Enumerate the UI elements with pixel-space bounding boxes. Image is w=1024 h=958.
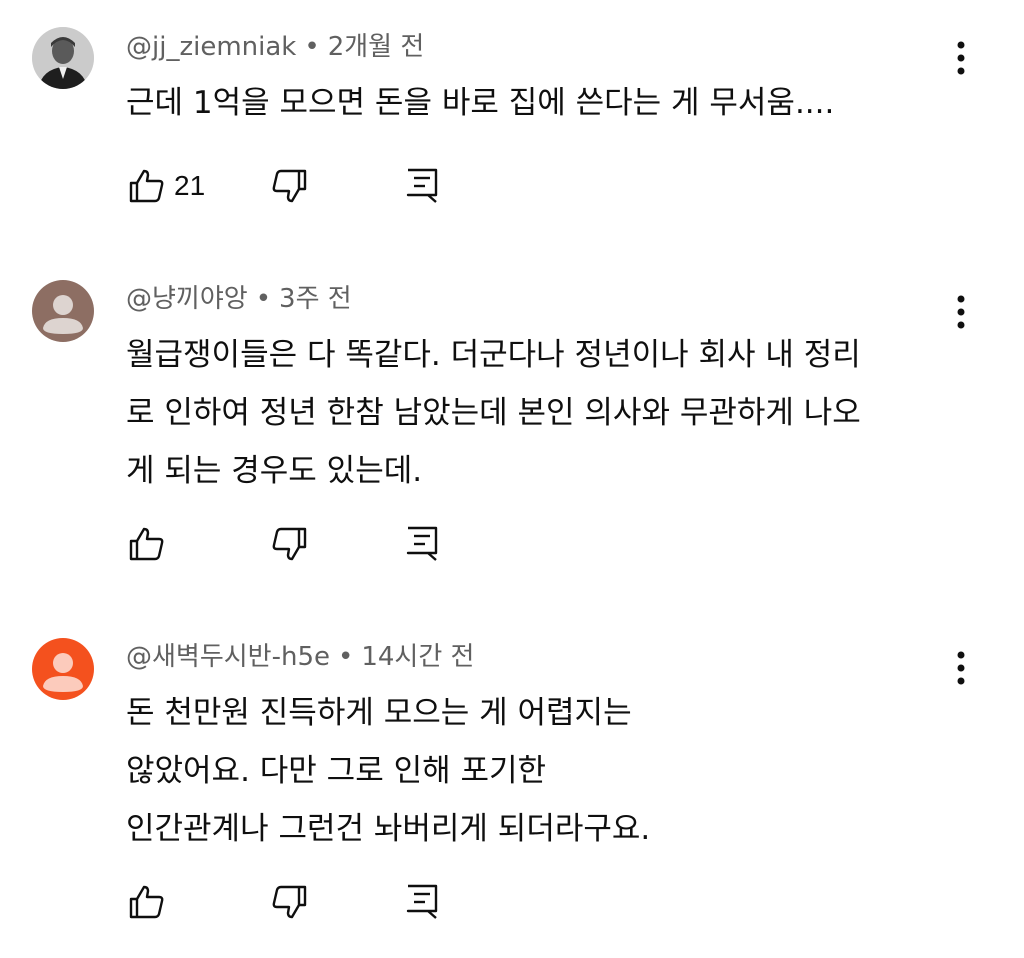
like-button[interactable]: 21 <box>128 164 205 208</box>
comment-time: 2개월 전 <box>327 32 425 62</box>
comment-actions <box>124 522 544 566</box>
thumbs-up-icon <box>129 527 164 561</box>
reply-icon <box>406 884 438 919</box>
reply-icon <box>406 168 438 203</box>
comment-text: 근데 1억을 모으면 돈을 바로 집에 쓴다는 게 무서움.... <box>126 85 835 121</box>
comment-time: 14시간 전 <box>361 642 475 672</box>
comment-time: 3주 전 <box>279 284 352 314</box>
like-button[interactable] <box>128 880 164 924</box>
author-name[interactable]: @새벽두시반-h5e <box>126 642 330 672</box>
separator-dot: • <box>338 642 354 672</box>
more-options-button[interactable] <box>944 292 978 332</box>
more-vertical-icon <box>957 295 965 329</box>
comment-meta: @새벽두시반-h5e • 14시간 전 <box>126 642 474 672</box>
dislike-button[interactable] <box>272 164 308 208</box>
separator-dot: • <box>255 284 272 314</box>
like-count: 21 <box>174 170 206 201</box>
author-name[interactable]: @jj_ziemniak <box>126 32 296 62</box>
separator-dot: • <box>304 32 320 62</box>
thumbs-down-icon <box>272 527 307 561</box>
photo-avatar-icon <box>32 27 94 89</box>
comment-text: 돈 천만원 진득하게 모으는 게 어렵지는 않았어요. 다만 그로 인해 포기한… <box>126 695 651 847</box>
default-avatar-icon <box>32 638 94 700</box>
reply-button[interactable] <box>406 164 438 208</box>
comment-meta: @냥끼야앙 • 3주 전 <box>126 284 352 314</box>
reply-icon <box>406 526 438 561</box>
more-vertical-icon <box>957 41 965 75</box>
more-vertical-icon <box>957 651 965 685</box>
like-button[interactable] <box>128 522 164 566</box>
thumbs-up-icon <box>129 885 164 919</box>
comment-actions: 21 <box>124 164 544 208</box>
more-options-button[interactable] <box>944 38 978 78</box>
dislike-button[interactable] <box>272 522 308 566</box>
avatar[interactable] <box>32 280 94 342</box>
author-name[interactable]: @냥끼야앙 <box>126 284 248 314</box>
more-options-button[interactable] <box>944 648 978 688</box>
default-avatar-icon <box>32 280 94 342</box>
thumbs-down-icon <box>272 885 307 919</box>
dislike-button[interactable] <box>272 880 308 924</box>
comment-text: 월급쟁이들은 다 똑같다. 더군다나 정년이나 회사 내 정리 로 인하여 정년… <box>126 337 861 489</box>
thumbs-up-icon <box>129 169 164 203</box>
comment-meta: @jj_ziemniak • 2개월 전 <box>126 32 424 62</box>
avatar[interactable] <box>32 638 94 700</box>
avatar[interactable] <box>32 27 94 89</box>
reply-button[interactable] <box>406 522 438 566</box>
comment-actions <box>124 880 544 924</box>
thumbs-down-icon <box>272 169 307 203</box>
reply-button[interactable] <box>406 880 438 924</box>
